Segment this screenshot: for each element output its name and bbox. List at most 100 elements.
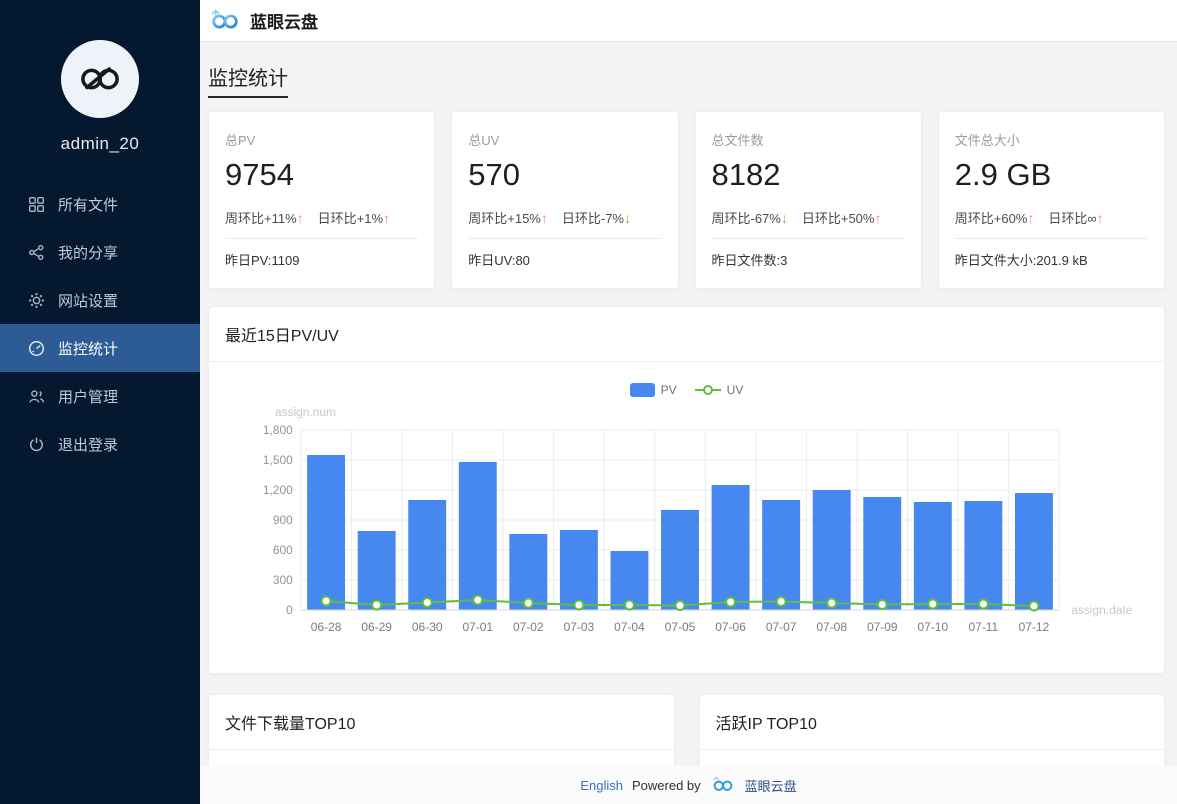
app-title: 蓝眼云盘 bbox=[250, 8, 318, 33]
pv-legend-swatch bbox=[630, 383, 655, 397]
trend-up: 日环比+1%↑ bbox=[318, 208, 390, 227]
sidebar-item-label: 网站设置 bbox=[58, 290, 118, 311]
sidebar-nav: 所有文件 我的分享 网站设置 监控统计 用户管理 退出登录 bbox=[0, 180, 200, 468]
trend-up: 周环比+60%↑ bbox=[955, 208, 1035, 227]
svg-text:assign.date: assign.date bbox=[1071, 603, 1132, 617]
svg-text:1,500: 1,500 bbox=[263, 453, 293, 467]
powered-by-text: Powered by bbox=[632, 778, 701, 793]
stat-value: 9754 bbox=[225, 155, 418, 195]
brand-logo-icon bbox=[208, 7, 242, 34]
sidebar-item-grid[interactable]: 所有文件 bbox=[0, 180, 200, 228]
stat-label: 文件总大小 bbox=[955, 126, 1148, 149]
arrow-up-icon: ↑ bbox=[1027, 210, 1034, 226]
svg-text:07-05: 07-05 bbox=[665, 620, 696, 634]
infinity-logo-icon bbox=[74, 59, 126, 99]
svg-text:900: 900 bbox=[273, 513, 293, 527]
svg-text:600: 600 bbox=[273, 543, 293, 557]
stat-label: 总UV bbox=[468, 126, 661, 149]
svg-text:07-06: 07-06 bbox=[715, 620, 746, 634]
svg-text:07-03: 07-03 bbox=[564, 620, 595, 634]
svg-text:06-30: 06-30 bbox=[412, 620, 443, 634]
svg-text:07-01: 07-01 bbox=[462, 620, 493, 634]
svg-text:1,200: 1,200 bbox=[263, 483, 293, 497]
stat-value: 2.9 GB bbox=[955, 155, 1148, 195]
svg-text:07-02: 07-02 bbox=[513, 620, 544, 634]
sidebar-item-label: 用户管理 bbox=[58, 386, 118, 407]
user-avatar[interactable] bbox=[61, 40, 139, 118]
arrow-down-icon: ↓ bbox=[781, 210, 788, 226]
svg-text:07-09: 07-09 bbox=[867, 620, 898, 634]
arrow-down-icon: ↓ bbox=[624, 210, 631, 226]
stat-footer-text: 昨日UV:80 bbox=[468, 239, 661, 269]
stat-trends: 周环比+60%↑ 日环比∞↑ bbox=[955, 208, 1148, 227]
language-link[interactable]: English bbox=[580, 778, 623, 793]
stat-label: 总文件数 bbox=[712, 126, 905, 149]
chart-legend: PV UV bbox=[209, 382, 1164, 398]
stat-value: 570 bbox=[468, 155, 661, 195]
dashboard-icon bbox=[28, 340, 45, 357]
footer-logo-icon bbox=[710, 775, 736, 795]
svg-text:0: 0 bbox=[286, 603, 293, 617]
stat-label: 总PV bbox=[225, 126, 418, 149]
stat-value: 8182 bbox=[712, 155, 905, 195]
sidebar-item-users[interactable]: 用户管理 bbox=[0, 372, 200, 420]
page-footer: English Powered by 蓝眼云盘 bbox=[200, 766, 1177, 804]
svg-text:07-08: 07-08 bbox=[816, 620, 847, 634]
pv-uv-chart-card: 最近15日PV/UV PV UV 0 300 600 900 1,200 1,500 1,80… bbox=[208, 306, 1165, 674]
users-icon bbox=[28, 388, 45, 405]
arrow-up-icon: ↑ bbox=[383, 210, 390, 226]
svg-text:07-12: 07-12 bbox=[1019, 620, 1050, 634]
gear-icon bbox=[28, 292, 45, 309]
arrow-up-icon: ↑ bbox=[541, 210, 548, 226]
stat-card: 总UV 570 周环比+15%↑ 日环比-7%↓ 昨日UV:80 bbox=[451, 111, 678, 289]
stat-trends: 周环比-67%↓日环比+50%↑ bbox=[712, 208, 905, 227]
trend-up: 日环比+50%↑ bbox=[802, 208, 882, 227]
page-heading: 监控统计 bbox=[208, 62, 288, 98]
legend-item-uv[interactable]: UV bbox=[695, 383, 744, 397]
trend-up: 周环比+15%↑ bbox=[468, 208, 548, 227]
svg-text:07-04: 07-04 bbox=[614, 620, 645, 634]
trend-up: 日环比∞↑ bbox=[1048, 208, 1103, 227]
top10-card-title: 文件下载量TOP10 bbox=[209, 695, 674, 750]
share-icon bbox=[28, 244, 45, 261]
stat-footer-text: 昨日文件大小:201.9 kB bbox=[955, 239, 1148, 269]
sidebar-item-label: 监控统计 bbox=[58, 338, 118, 359]
svg-text:06-28: 06-28 bbox=[311, 620, 342, 634]
arrow-up-icon: ↑ bbox=[874, 210, 881, 226]
pv-uv-chart[interactable]: 0 300 600 900 1,200 1,500 1,800 assign.num assig… bbox=[209, 400, 1164, 660]
stat-trends: 周环比+15%↑ 日环比-7%↓ bbox=[468, 208, 661, 227]
stat-footer-text: 昨日PV:1109 bbox=[225, 239, 418, 269]
stat-card: 总文件数 8182 周环比-67%↓日环比+50%↑ 昨日文件数:3 bbox=[695, 111, 922, 289]
legend-item-pv[interactable]: PV bbox=[630, 383, 677, 397]
sidebar-item-power[interactable]: 退出登录 bbox=[0, 420, 200, 468]
svg-text:assign.num: assign.num bbox=[275, 405, 336, 419]
svg-text:300: 300 bbox=[273, 573, 293, 587]
svg-text:07-11: 07-11 bbox=[969, 620, 999, 634]
sidebar-item-share[interactable]: 我的分享 bbox=[0, 228, 200, 276]
power-icon bbox=[28, 436, 45, 453]
username: admin_20 bbox=[61, 134, 140, 154]
svg-text:07-07: 07-07 bbox=[766, 620, 797, 634]
top10-card-title: 活跃IP TOP10 bbox=[700, 695, 1165, 750]
sidebar-item-label: 所有文件 bbox=[58, 194, 118, 215]
sidebar-item-gear[interactable]: 网站设置 bbox=[0, 276, 200, 324]
footer-brand[interactable]: 蓝眼云盘 bbox=[745, 776, 797, 795]
sidebar-item-label: 我的分享 bbox=[58, 242, 118, 263]
stat-footer-text: 昨日文件数:3 bbox=[712, 239, 905, 269]
trend-up: 周环比+11%↑ bbox=[225, 208, 304, 227]
chart-card-title: 最近15日PV/UV bbox=[209, 307, 1164, 362]
svg-text:06-29: 06-29 bbox=[361, 620, 392, 634]
stat-cards-row: 总PV 9754 周环比+11%↑ 日环比+1%↑ 昨日PV:1109 总UV 5… bbox=[208, 111, 1165, 289]
svg-text:1,800: 1,800 bbox=[263, 423, 293, 437]
grid-icon bbox=[28, 196, 45, 213]
sidebar-item-dashboard[interactable]: 监控统计 bbox=[0, 324, 200, 372]
trend-down: 日环比-7%↓ bbox=[562, 208, 631, 227]
svg-text:07-10: 07-10 bbox=[918, 620, 949, 634]
main-content: 监控统计 总PV 9754 周环比+11%↑ 日环比+1%↑ 昨日PV:1109 … bbox=[200, 42, 1177, 804]
uv-legend-swatch bbox=[695, 383, 721, 397]
arrow-up-icon: ↑ bbox=[297, 210, 304, 226]
topbar: 蓝眼云盘 bbox=[200, 0, 1177, 42]
sidebar: admin_20 所有文件 我的分享 网站设置 监控统计 用户管理 退出登录 bbox=[0, 0, 200, 804]
stat-card: 总PV 9754 周环比+11%↑ 日环比+1%↑ 昨日PV:1109 bbox=[208, 111, 435, 289]
arrow-up-icon: ↑ bbox=[1097, 210, 1104, 226]
